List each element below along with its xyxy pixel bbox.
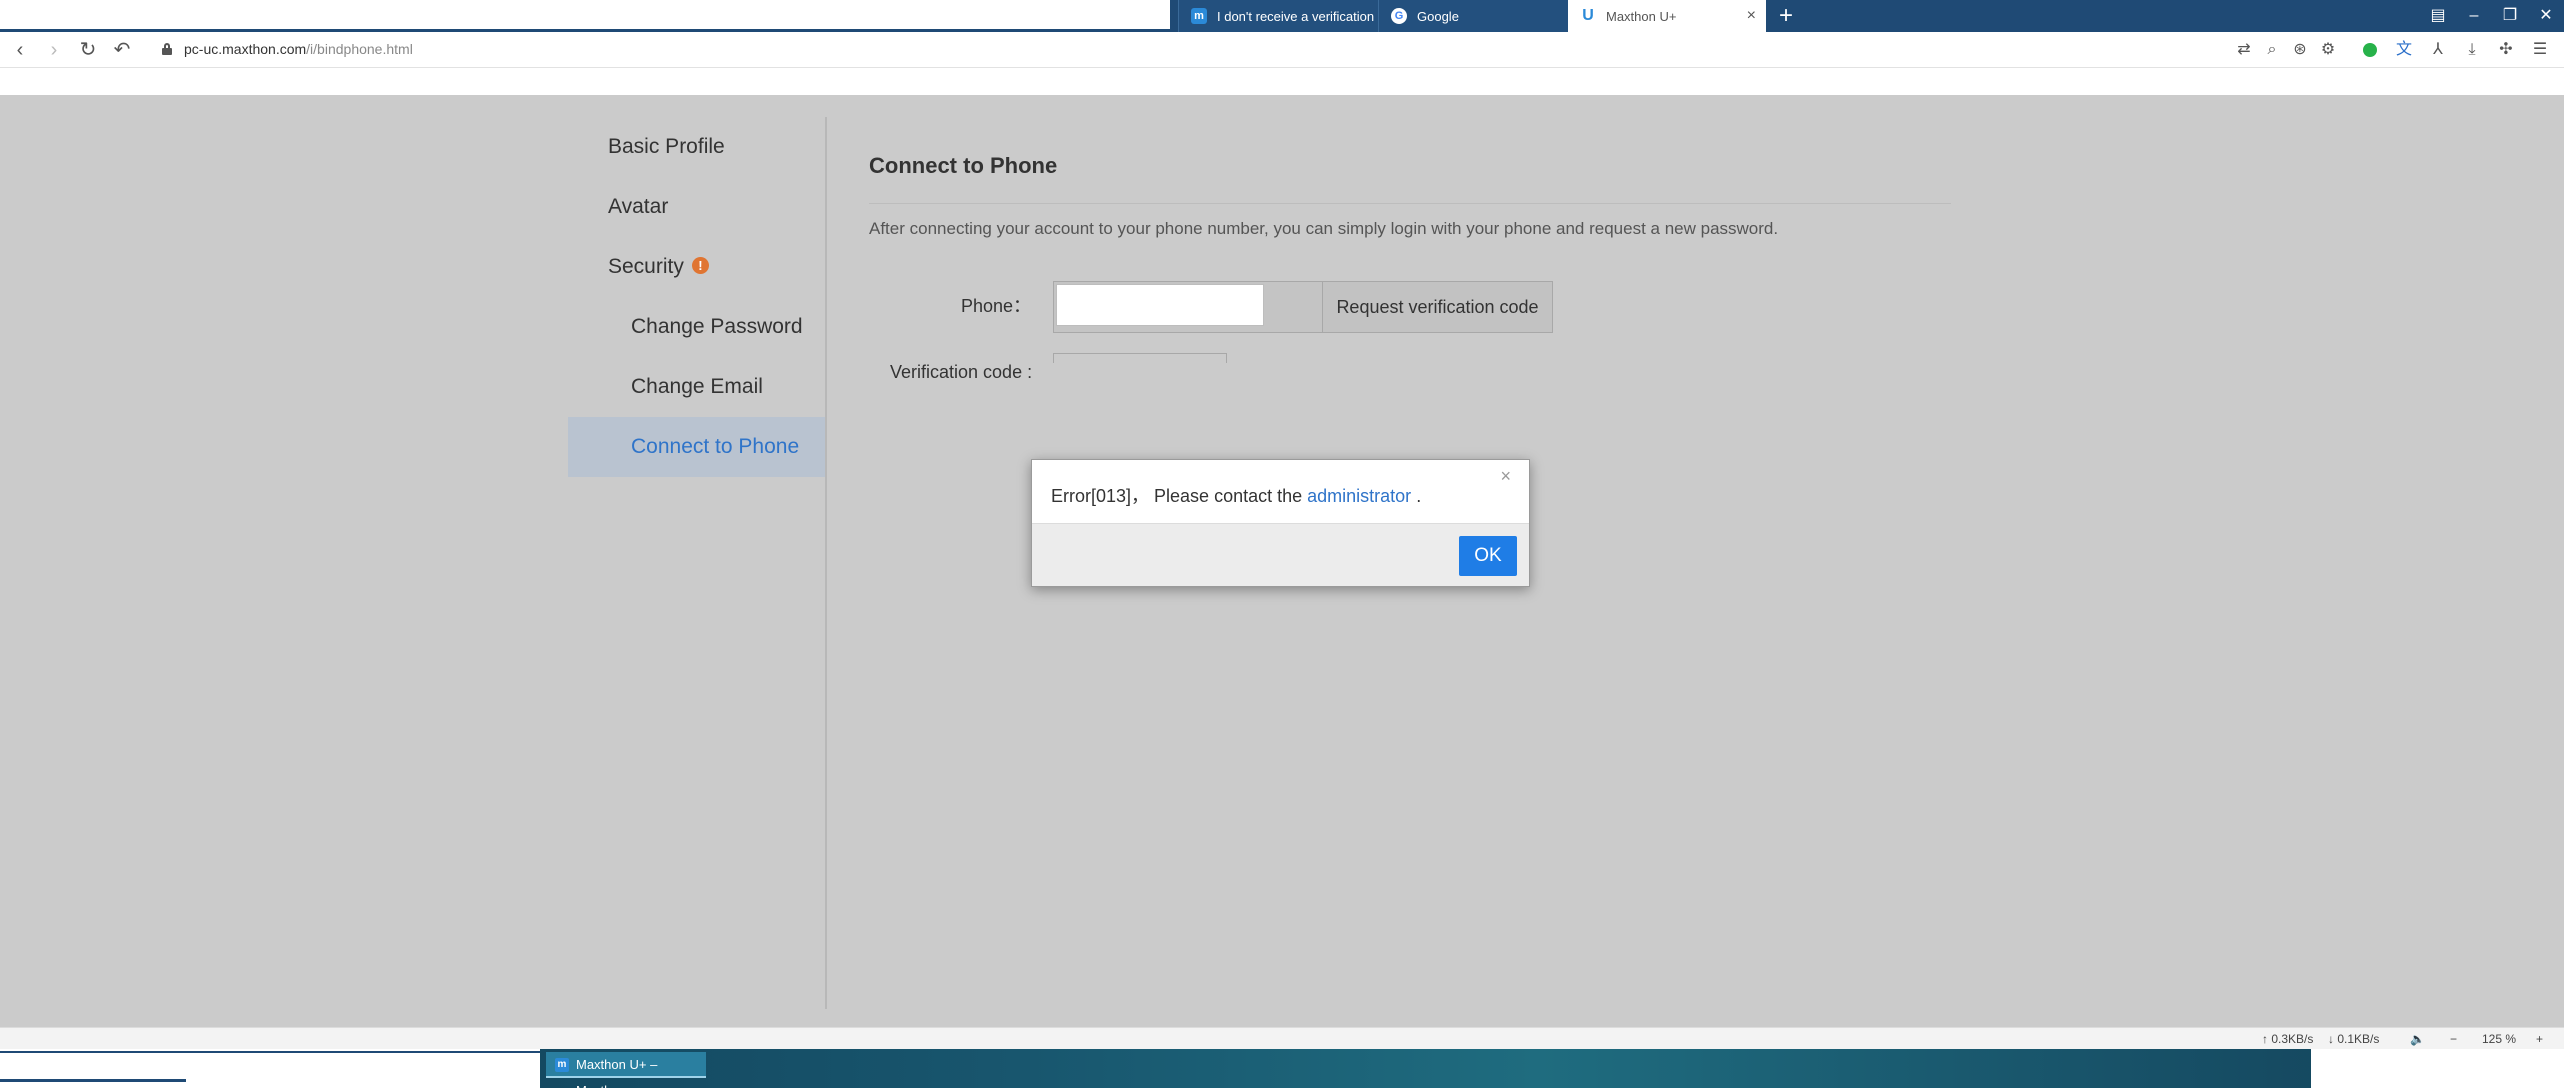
tab-label: Maxthon U+ xyxy=(1606,8,1677,24)
administrator-link[interactable]: administrator xyxy=(1307,486,1411,506)
ok-button[interactable]: OK xyxy=(1459,536,1517,576)
zoom-out-button[interactable]: − xyxy=(2450,1032,2457,1046)
close-window-button[interactable]: ✕ xyxy=(2528,0,2564,32)
url-field[interactable]: pc-uc.maxthon.com/i/bindphone.html xyxy=(184,41,413,57)
status-bar: ↑ 0.3KB/s ↓ 0.1KB/s 🔈 − 125 % + xyxy=(0,1027,2564,1049)
tab-maxthon-u[interactable]: U Maxthon U+ × xyxy=(1568,0,1766,32)
upload-speed: ↑ 0.3KB/s xyxy=(2262,1032,2314,1046)
privacy-icon[interactable]: ⊛ xyxy=(2288,38,2312,62)
sidebar-item-label: Change Email xyxy=(631,375,763,398)
phone-label: Phone： xyxy=(961,296,1032,316)
restore-button[interactable]: ❐ xyxy=(2492,0,2528,32)
sidebar-item-label: Connect to Phone xyxy=(631,435,800,458)
undo-close-button[interactable]: ↶ xyxy=(108,36,136,64)
error-text-suffix: . xyxy=(1411,486,1422,506)
verification-code-input[interactable] xyxy=(1053,353,1227,363)
zoom-in-button[interactable]: + xyxy=(2536,1032,2543,1046)
title-divider xyxy=(869,203,1951,204)
page-content: Basic Profile Avatar Security! Change Pa… xyxy=(0,95,2564,1027)
taskbar: m Maxthon U+ – Maxth... xyxy=(0,1049,2564,1088)
sidebar-item-avatar[interactable]: Avatar xyxy=(568,177,826,237)
sidebar-item-security[interactable]: Security! xyxy=(568,237,826,297)
error-message: Error[013]， Please contact the administr… xyxy=(1051,482,1421,508)
verification-code-label: Verification code : xyxy=(890,362,1033,382)
warning-icon: ! xyxy=(691,256,709,274)
sidebar-item-label: Security xyxy=(608,255,684,278)
url-path: /i/bindphone.html xyxy=(306,41,413,57)
sidebar-item-connect-to-phone[interactable]: Connect to Phone xyxy=(568,417,826,477)
sidebar-item-label: Basic Profile xyxy=(608,135,725,158)
sidebar-toggle-icon[interactable]: ▤ xyxy=(2420,0,2456,32)
sidebar-divider xyxy=(825,117,827,1009)
close-icon[interactable]: × xyxy=(1500,466,1511,487)
phone-input[interactable] xyxy=(1056,284,1264,326)
new-tab-button[interactable]: + xyxy=(1772,2,1800,30)
forward-button[interactable]: › xyxy=(40,36,68,64)
extensions-icon[interactable]: ✣ xyxy=(2494,38,2518,62)
menu-icon[interactable]: ☰ xyxy=(2528,38,2552,62)
status-green-icon[interactable] xyxy=(2358,38,2382,62)
page-description: After connecting your account to your ph… xyxy=(869,219,1779,238)
sidebar-item-change-password[interactable]: Change Password xyxy=(568,297,826,357)
dialog-footer: OK xyxy=(1032,523,1529,586)
taskbar-item-label: Maxthon U+ – Maxth... xyxy=(576,1057,658,1088)
download-icon[interactable]: ⤓ xyxy=(2460,38,2484,62)
close-icon[interactable]: × xyxy=(1747,7,1756,25)
sidebar-item-basic-profile[interactable]: Basic Profile xyxy=(568,117,826,177)
tab-verification[interactable]: m I don't receive a verification xyxy=(1178,0,1378,32)
taskbar-left-area xyxy=(0,1049,540,1088)
phone-input-group: Request verification code xyxy=(1053,281,1553,333)
error-dialog: × Error[013]， Please contact the adminis… xyxy=(1031,459,1530,587)
tab-google[interactable]: G Google xyxy=(1378,0,1568,32)
url-host: pc-uc.maxthon.com xyxy=(184,41,307,57)
maxthon-m-icon: m xyxy=(555,1058,569,1072)
error-text: Error[013]， Please contact the xyxy=(1051,486,1308,506)
tab-bar: m I don't receive a verification G Googl… xyxy=(0,0,2564,32)
settings-gear-icon[interactable]: ⚙ xyxy=(2316,38,2340,62)
download-speed[interactable]: ↓ 0.1KB/s xyxy=(2328,1032,2379,1046)
tab-label: Google xyxy=(1417,8,1459,24)
sidebar-item-change-email[interactable]: Change Email xyxy=(568,357,826,417)
tab-label: I don't receive a verification xyxy=(1217,8,1375,24)
reload-button[interactable]: ↻ xyxy=(74,36,102,64)
back-button[interactable]: ‹ xyxy=(6,36,34,64)
maxthon-m-icon: m xyxy=(1191,8,1207,24)
sidebar: Basic Profile Avatar Security! Change Pa… xyxy=(568,117,826,477)
sidebar-item-label: Avatar xyxy=(608,195,669,218)
minimize-button[interactable]: – xyxy=(2456,0,2492,32)
translate-page-icon[interactable]: 文 xyxy=(2392,38,2416,62)
zoom-icon[interactable]: ⌕ xyxy=(2260,38,2284,62)
volume-icon[interactable]: 🔈 xyxy=(2410,1032,2425,1046)
pdf-icon[interactable]: ⅄ xyxy=(2426,38,2450,62)
translate-icon[interactable]: ⇄ xyxy=(2232,38,2256,62)
page-title: Connect to Phone xyxy=(869,153,1058,178)
sidebar-item-label: Change Password xyxy=(631,315,803,338)
lock-icon xyxy=(162,43,172,55)
taskbar-right-area xyxy=(2311,1049,2564,1088)
tab-bar-blank xyxy=(0,0,1170,29)
taskbar-item-maxthon[interactable]: m Maxthon U+ – Maxth... xyxy=(546,1052,706,1088)
address-bar: ‹ › ↻ ↶ pc-uc.maxthon.com/i/bindphone.ht… xyxy=(0,32,2564,68)
request-verification-code-button[interactable]: Request verification code xyxy=(1322,282,1552,332)
zoom-level[interactable]: 125 % xyxy=(2482,1032,2516,1046)
maxthon-u-icon: U xyxy=(1582,7,1594,24)
google-icon: G xyxy=(1391,8,1407,24)
